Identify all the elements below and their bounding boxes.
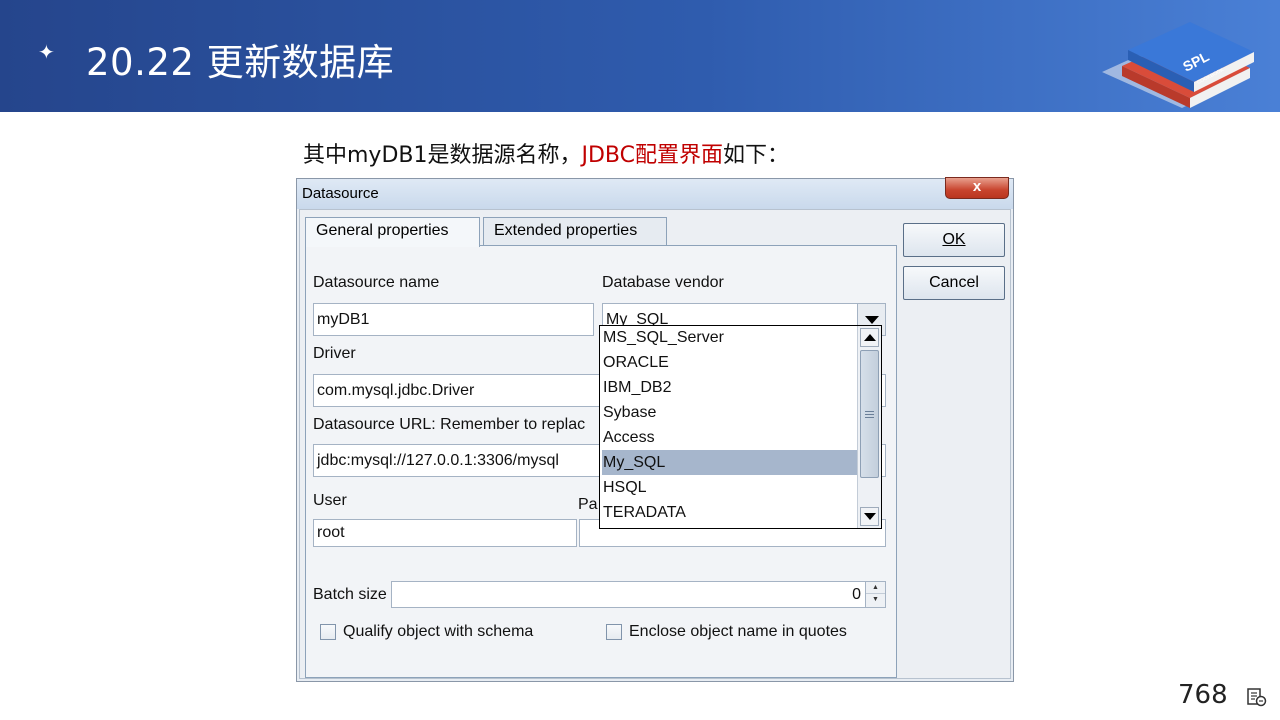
spin-up-icon[interactable]: ▲ [866, 582, 885, 594]
datasource-url-label: Datasource URL: Remember to replac [313, 416, 586, 433]
batch-size-value: 0 [852, 586, 861, 603]
user-input[interactable]: root [313, 519, 577, 547]
page-number: 768 [1178, 680, 1228, 710]
caption-prefix: 其中myDB1是数据源名称， [303, 143, 582, 168]
spl-cookbook-logo: SPL COOKBOOK [1102, 22, 1254, 108]
scrollbar-thumb[interactable] [860, 350, 879, 478]
qualify-schema-checkbox[interactable] [320, 624, 336, 640]
vendor-option-selected[interactable]: My_SQL [602, 450, 857, 475]
slide-header: ✦ 20.22 更新数据库 SPL COOKBOOK [0, 0, 1280, 112]
vendor-option[interactable]: IBM_DB2 [602, 375, 857, 400]
datasource-name-input[interactable]: myDB1 [313, 303, 594, 336]
vendor-option[interactable]: Sybase [602, 400, 857, 425]
slide-title: 20.22 更新数据库 [86, 41, 395, 84]
vendor-option[interactable]: Access [602, 425, 857, 450]
thumb-grip [865, 417, 874, 418]
enclose-quotes-label: Enclose object name in quotes [629, 623, 847, 640]
vendor-option[interactable]: HSQL [602, 475, 857, 500]
cancel-button-label: Cancel [929, 274, 979, 291]
ok-button[interactable]: OK [903, 223, 1005, 257]
tab-extended-properties[interactable]: Extended properties [483, 217, 667, 245]
caption-highlight: JDBC配置界面 [581, 143, 723, 168]
batch-size-spinner[interactable]: ▲ ▼ [865, 582, 885, 607]
batch-size-input[interactable]: 0 ▲ ▼ [391, 581, 886, 608]
cancel-button[interactable]: Cancel [903, 266, 1005, 300]
slide-caption: 其中myDB1是数据源名称，JDBC配置界面如下： [303, 137, 789, 169]
bullet-star-icon: ✦ [38, 40, 55, 64]
vendor-option[interactable]: MS_SQL_Server [602, 326, 857, 350]
dialog-titlebar: Datasource x [297, 177, 1013, 209]
close-button[interactable]: x [945, 177, 1009, 199]
batch-size-label: Batch size [313, 586, 387, 603]
database-vendor-dropdown-list: MS_SQL_Server ORACLE IBM_DB2 Sybase Acce… [599, 325, 882, 529]
datasource-name-label: Datasource name [313, 274, 440, 291]
notes-icon [1247, 688, 1267, 707]
ok-button-label: OK [942, 231, 966, 248]
caption-suffix: 如下： [722, 143, 789, 168]
thumb-grip [865, 414, 874, 415]
vendor-option[interactable]: ORACLE [602, 350, 857, 375]
database-vendor-label: Database vendor [602, 274, 724, 291]
tab-general-properties[interactable]: General properties [305, 217, 480, 247]
thumb-grip [865, 411, 874, 412]
qualify-schema-label: Qualify object with schema [343, 623, 534, 640]
enclose-quotes-checkbox[interactable] [606, 624, 622, 640]
password-label: Pa [578, 496, 598, 513]
driver-label: Driver [313, 345, 356, 362]
spin-down-icon[interactable]: ▼ [866, 594, 885, 606]
scroll-down-arrow-icon[interactable] [860, 507, 879, 526]
dialog-title: Datasource [302, 185, 379, 202]
user-label: User [313, 492, 347, 509]
scroll-up-arrow-icon[interactable] [860, 328, 879, 347]
dropdown-scrollbar[interactable] [857, 326, 881, 528]
vendor-option[interactable]: TERADATA [602, 500, 857, 525]
